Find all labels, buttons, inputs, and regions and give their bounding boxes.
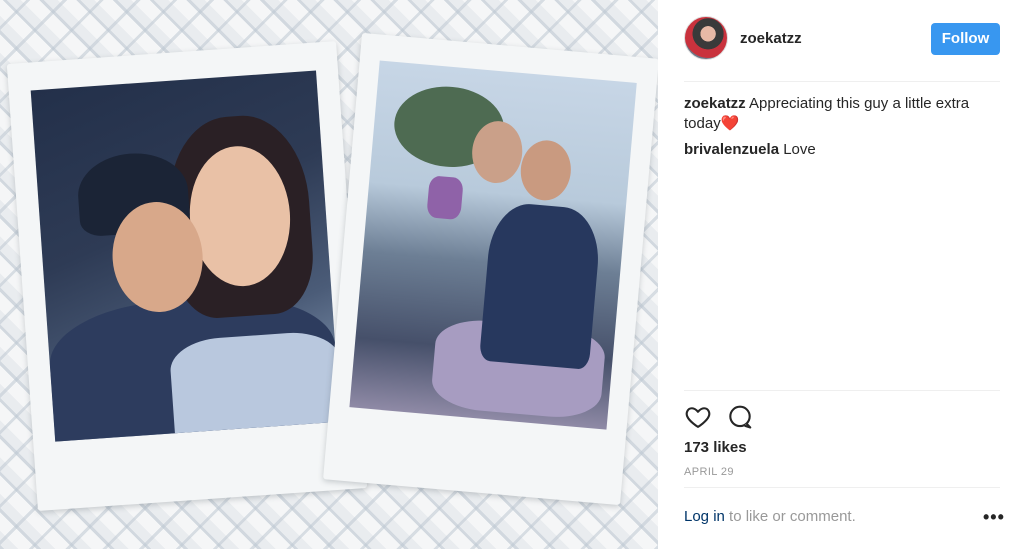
login-link[interactable]: Log in [684, 508, 725, 525]
post-date: APRIL 29 [684, 466, 734, 478]
actions-divider [684, 390, 1000, 391]
header-divider [684, 81, 1000, 82]
polaroid-left-image [30, 70, 341, 442]
login-text: to like or comment. [729, 508, 856, 525]
action-bar [684, 403, 1000, 431]
comment-icon[interactable] [726, 403, 754, 431]
post-photo[interactable] [0, 0, 658, 549]
more-options-icon[interactable]: ••• [983, 507, 1005, 528]
comment-caption: zoekatzz Appreciating this guy a little … [684, 94, 994, 134]
comment-text: Love [783, 141, 816, 158]
comment-username[interactable]: brivalenzuela [684, 141, 779, 158]
heart-icon[interactable] [684, 403, 712, 431]
likes-count[interactable]: 173 likes [684, 439, 747, 456]
comment-item: brivalenzuela Love [684, 140, 994, 160]
polaroid-right [323, 32, 658, 506]
login-prompt: Log in to like or comment. [684, 508, 1000, 525]
heart-emoji: ❤️ [720, 115, 740, 132]
post-panel: zoekatzz Follow zoekatzz Appreciating th… [658, 0, 1023, 549]
comment-username[interactable]: zoekatzz [684, 95, 746, 112]
login-divider [684, 487, 1000, 488]
polaroid-left [6, 41, 368, 511]
follow-button[interactable]: Follow [931, 23, 1000, 55]
comment-list: zoekatzz Appreciating this guy a little … [684, 94, 994, 166]
post-header: zoekatzz Follow [658, 0, 1023, 80]
avatar[interactable] [684, 16, 728, 60]
header-username[interactable]: zoekatzz [740, 30, 802, 47]
polaroid-right-image [349, 60, 637, 430]
